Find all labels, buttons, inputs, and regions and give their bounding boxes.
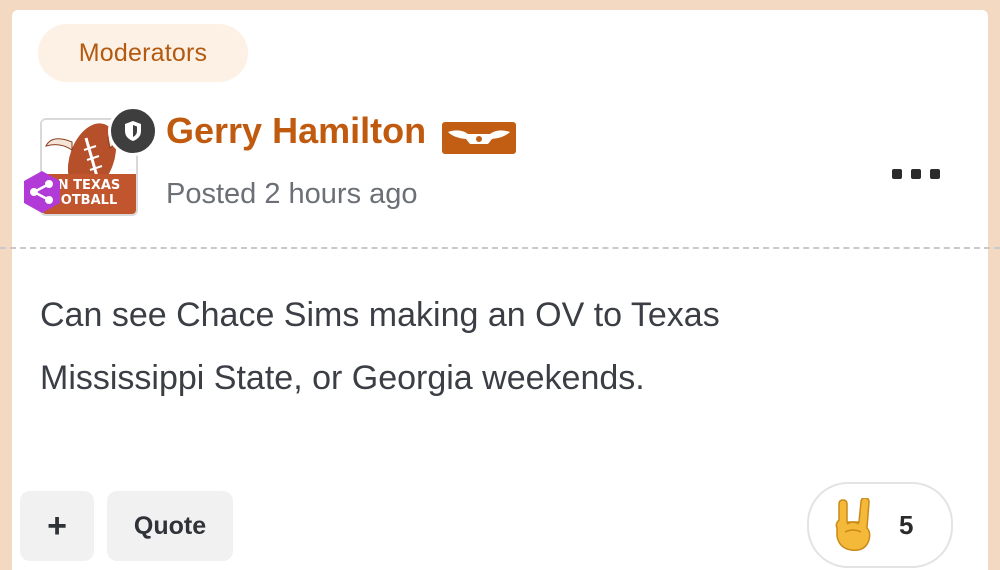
more-dot [930,169,940,179]
shield-icon [125,121,141,141]
post-body-line: Mississippi State, or Georgia weekends. [40,359,645,397]
more-dot [911,169,921,179]
quote-button[interactable]: Quote [107,491,233,561]
post-body: Can see Chace Sims making an OV to Texas… [40,284,940,410]
more-options-button[interactable] [892,162,940,186]
post-timestamp[interactable]: Posted 2 hours ago [166,178,418,211]
share-nodes-icon [24,171,60,213]
avatar-text-1: N TEXAS [58,178,121,193]
horns-hand-icon [835,498,871,552]
reaction-button[interactable]: 5 [807,482,953,568]
moderators-label: Moderators [78,38,208,67]
quote-label: Quote [133,511,207,540]
add-button[interactable]: + [20,491,94,561]
avatar-text-2: OTBALL [61,193,117,208]
author-name[interactable]: Gerry Hamilton [166,110,426,152]
group-badge [20,170,64,214]
reaction-count: 5 [899,509,914,540]
post-body-line: Can see Chace Sims making an OV to Texas [40,296,720,334]
moderator-shield-badge [108,106,158,156]
moderators-badge[interactable]: Moderators [38,24,248,82]
more-dot [892,169,902,179]
divider [0,247,1000,249]
post-card: Moderators N TEXAS OTBALL Gerry Hamilton… [0,10,1000,570]
plus-icon: + [47,506,67,545]
longhorn-flair-icon [442,122,516,154]
